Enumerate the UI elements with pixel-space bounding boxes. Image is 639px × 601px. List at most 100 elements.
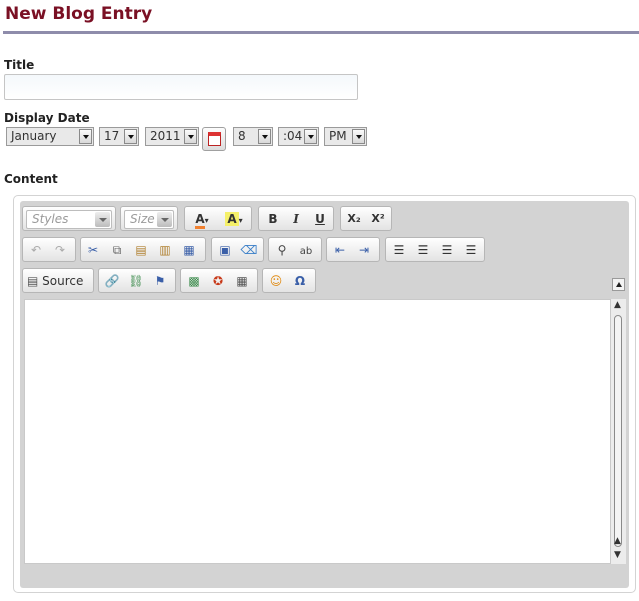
outdent-button[interactable]: ⇤ bbox=[331, 241, 349, 259]
editor-scrollbar[interactable]: ▲ ▲ ▼ bbox=[611, 299, 626, 564]
anchor-button[interactable]: ⚑ bbox=[151, 272, 169, 290]
day-value: 17 bbox=[104, 129, 120, 143]
content-editor[interactable] bbox=[24, 299, 611, 564]
align-center-button[interactable]: ☰ bbox=[414, 241, 432, 259]
align-right-button[interactable]: ☰ bbox=[438, 241, 456, 259]
title-input[interactable] bbox=[4, 74, 358, 100]
smiley-icon: ☺ bbox=[269, 274, 283, 288]
ampm-select[interactable]: PM bbox=[324, 127, 367, 146]
insert-group: ▩ ✪ ▦ bbox=[180, 268, 258, 293]
paste-word-icon: ▦ bbox=[183, 243, 195, 257]
undo-group: ↶ ↷ bbox=[22, 237, 76, 262]
text-color-button[interactable]: A▾ bbox=[189, 210, 215, 229]
redo-button[interactable]: ↷ bbox=[51, 241, 69, 259]
indent-group: ⇤ ⇥ bbox=[326, 237, 380, 262]
background-color-button[interactable]: A ▾ bbox=[221, 210, 247, 228]
source-group: ▤ Source bbox=[22, 268, 94, 293]
redo-icon: ↷ bbox=[54, 243, 66, 257]
document-icon: ▤ bbox=[27, 274, 39, 288]
find-group: ⚲ ab bbox=[268, 237, 322, 262]
italic-button[interactable]: I bbox=[287, 210, 305, 228]
table-button[interactable]: ▦ bbox=[233, 272, 251, 290]
align-right-icon: ☰ bbox=[441, 243, 453, 257]
hour-value: 8 bbox=[238, 129, 246, 143]
year-value: 2011 bbox=[150, 129, 181, 143]
hour-select[interactable]: 8 bbox=[233, 127, 273, 146]
indent-icon: ⇥ bbox=[358, 243, 370, 257]
minute-value: :04 bbox=[283, 129, 303, 143]
scissors-icon: ✂ bbox=[87, 243, 99, 257]
link-button[interactable]: 🔗 bbox=[103, 272, 121, 290]
source-label: Source bbox=[42, 274, 84, 288]
undo-button[interactable]: ↶ bbox=[27, 241, 45, 259]
align-justify-button[interactable]: ☰ bbox=[462, 241, 480, 259]
day-select[interactable]: 17 bbox=[99, 127, 139, 146]
flash-button[interactable]: ✪ bbox=[209, 272, 227, 290]
unlink-button[interactable]: ⛓ bbox=[127, 272, 145, 290]
year-select[interactable]: 2011 bbox=[145, 127, 199, 146]
link-icon: 🔗 bbox=[104, 274, 120, 288]
chevron-down-icon bbox=[304, 129, 317, 144]
color-group: A▾ A ▾ bbox=[184, 206, 252, 231]
scroll-up-icon[interactable]: ▲ bbox=[614, 301, 621, 310]
month-value: January bbox=[11, 129, 57, 143]
title-divider bbox=[3, 31, 639, 34]
month-select[interactable]: January bbox=[6, 127, 94, 146]
styles-combo[interactable]: Styles bbox=[26, 210, 112, 229]
paste-button[interactable]: ▤ bbox=[132, 241, 150, 259]
indent-button[interactable]: ⇥ bbox=[355, 241, 373, 259]
paste-word-button[interactable]: ▦ bbox=[180, 241, 198, 259]
table-icon: ▦ bbox=[236, 274, 248, 288]
outdent-icon: ⇤ bbox=[334, 243, 346, 257]
styles-placeholder: Styles bbox=[32, 212, 69, 226]
chevron-down-icon bbox=[124, 129, 137, 144]
calendar-button[interactable] bbox=[202, 127, 226, 151]
special-group: ☺ Ω bbox=[262, 268, 316, 293]
background-color-icon: A bbox=[225, 212, 239, 226]
scrollbar-track[interactable] bbox=[614, 315, 622, 547]
cut-button[interactable]: ✂ bbox=[84, 241, 102, 259]
styles-group: Styles bbox=[22, 206, 116, 231]
scroll-down-icon[interactable]: ▼ bbox=[614, 551, 621, 560]
copy-icon: ⧉ bbox=[112, 243, 122, 257]
unlink-icon: ⛓ bbox=[128, 274, 144, 288]
scroll-up-icon[interactable]: ▲ bbox=[614, 537, 621, 546]
binoculars-icon: ⚲ bbox=[277, 243, 287, 257]
size-combo[interactable]: Size bbox=[124, 210, 174, 229]
undo-icon: ↶ bbox=[30, 243, 42, 257]
underline-button[interactable]: U bbox=[311, 210, 329, 228]
minute-select[interactable]: :04 bbox=[278, 127, 319, 146]
clipboard-group: ✂ ⧉ ▤ ▥ ▦ bbox=[80, 237, 206, 262]
collapse-toolbar-button[interactable] bbox=[612, 278, 625, 291]
source-button[interactable]: ▤ Source bbox=[27, 272, 91, 290]
image-button[interactable]: ▩ bbox=[185, 272, 203, 290]
superscript-button[interactable]: X² bbox=[369, 210, 387, 228]
bold-button[interactable]: B bbox=[264, 210, 282, 228]
chevron-down-icon bbox=[258, 129, 271, 144]
find-button[interactable]: ⚲ bbox=[273, 241, 291, 259]
chevron-down-icon bbox=[79, 129, 92, 144]
align-left-icon: ☰ bbox=[393, 243, 405, 257]
subscript-button[interactable]: X₂ bbox=[345, 210, 363, 228]
align-left-button[interactable]: ☰ bbox=[390, 241, 408, 259]
align-group: ☰ ☰ ☰ ☰ bbox=[385, 237, 485, 262]
align-center-icon: ☰ bbox=[417, 243, 429, 257]
select-all-button[interactable]: ▣ bbox=[216, 241, 234, 259]
remove-format-button[interactable]: ⌫ bbox=[240, 241, 258, 259]
eraser-icon: ⌫ bbox=[240, 243, 258, 257]
ampm-value: PM bbox=[329, 129, 347, 143]
calendar-icon bbox=[208, 132, 221, 146]
chevron-down-icon bbox=[95, 212, 110, 227]
flag-icon: ⚑ bbox=[154, 274, 166, 288]
chevron-down-icon bbox=[352, 129, 365, 144]
smiley-button[interactable]: ☺ bbox=[267, 272, 285, 290]
basic-styles-group: B I U bbox=[258, 206, 334, 231]
page-title: New Blog Entry bbox=[5, 4, 153, 24]
size-group: Size bbox=[120, 206, 178, 231]
content-label: Content bbox=[4, 172, 58, 186]
replace-button[interactable]: ab bbox=[297, 241, 315, 259]
copy-button[interactable]: ⧉ bbox=[108, 241, 126, 259]
chevron-down-icon bbox=[157, 212, 172, 227]
special-char-button[interactable]: Ω bbox=[291, 272, 309, 290]
paste-text-button[interactable]: ▥ bbox=[156, 241, 174, 259]
